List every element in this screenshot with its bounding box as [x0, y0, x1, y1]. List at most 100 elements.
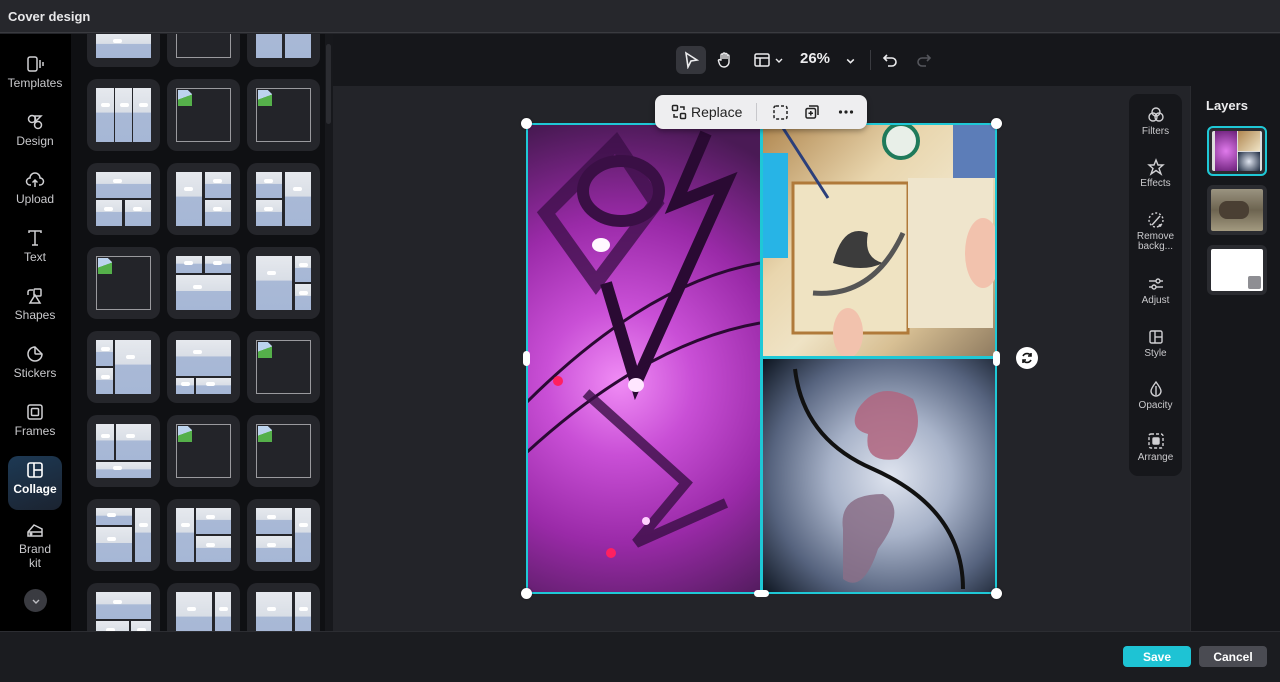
more-options-button[interactable]: [829, 95, 863, 129]
rail-item-text[interactable]: Text: [8, 224, 62, 278]
rail-more-button[interactable]: [24, 589, 47, 612]
tool-opacity[interactable]: Opacity: [1129, 380, 1182, 411]
broken-image-icon: [258, 426, 272, 442]
collage-layout-option[interactable]: [167, 163, 240, 235]
collage-layout-option[interactable]: [167, 331, 240, 403]
zoom-level[interactable]: 26%: [800, 50, 830, 67]
layout-thumbnail-placeholder: [256, 340, 311, 394]
effects-icon: [1146, 158, 1165, 176]
layer-item-background[interactable]: [1207, 245, 1267, 295]
tool-remove-background[interactable]: Remove backg...: [1129, 211, 1182, 252]
tool-adjust[interactable]: Adjust: [1129, 275, 1182, 306]
magic-wand-icon: [1147, 212, 1164, 228]
rail-item-shapes[interactable]: Shapes: [8, 282, 62, 336]
collage-layout-option[interactable]: [247, 79, 320, 151]
collage-icon: [27, 462, 43, 478]
rail-item-stickers[interactable]: Stickers: [8, 340, 62, 394]
resize-handle-right[interactable]: [993, 351, 1000, 366]
layout-thumbnail: [176, 340, 231, 394]
collage-layout-option[interactable]: [87, 415, 160, 487]
layer-thumbnail: [1212, 131, 1262, 171]
layout-cell: [256, 592, 293, 631]
collage-layout-option[interactable]: [247, 583, 320, 631]
save-button[interactable]: Save: [1123, 646, 1191, 667]
select-tool-button[interactable]: [676, 46, 706, 74]
layer-item-collage[interactable]: [1207, 126, 1267, 176]
layout-cell: [195, 377, 231, 394]
chevron-down-icon: [846, 58, 854, 64]
collage-layout-option[interactable]: [167, 499, 240, 571]
resize-handle-bottom-right[interactable]: [991, 588, 1002, 599]
collage-layout-option[interactable]: [247, 499, 320, 571]
collage-image-left[interactable]: [526, 123, 760, 593]
collage-layout-option[interactable]: [247, 247, 320, 319]
replace-button[interactable]: Replace: [655, 95, 742, 129]
resize-handle-top-right[interactable]: [991, 118, 1002, 129]
panel-scrollbar-thumb[interactable]: [326, 44, 331, 124]
tool-style[interactable]: Style: [1129, 328, 1182, 359]
shapes-icon: [27, 288, 42, 304]
zoom-menu-button[interactable]: [840, 46, 860, 74]
collage-layout-option[interactable]: [247, 331, 320, 403]
replace-icon: [671, 104, 687, 120]
collage-layout-option[interactable]: [87, 331, 160, 403]
image-floating-toolbar: Replace: [655, 95, 867, 129]
layout-thumbnail: [176, 88, 231, 142]
layout-cell: [114, 88, 133, 142]
undo-button[interactable]: [878, 46, 902, 74]
collage-layout-option[interactable]: [87, 79, 160, 151]
collage-canvas[interactable]: 101 AOI: [526, 123, 996, 593]
collage-layout-option[interactable]: [87, 499, 160, 571]
resize-handle-bottom-left[interactable]: [521, 588, 532, 599]
resize-handle-top-left[interactable]: [521, 118, 532, 129]
duplicate-button[interactable]: [795, 95, 829, 129]
collage-layout-option[interactable]: [167, 247, 240, 319]
layout-thumbnail: [176, 508, 231, 562]
tool-filters[interactable]: Filters: [1129, 106, 1182, 137]
cancel-button[interactable]: Cancel: [1199, 646, 1267, 667]
collage-image-top-right[interactable]: [763, 123, 996, 356]
collage-layout-option[interactable]: [87, 163, 160, 235]
layout-cell: [256, 200, 283, 226]
collage-layout-option[interactable]: [87, 583, 160, 631]
collage-layout-option[interactable]: [167, 34, 240, 67]
layout-thumbnail: [256, 508, 311, 562]
rail-item-templates[interactable]: Templates: [8, 50, 62, 104]
hand-tool-button[interactable]: [711, 46, 739, 74]
rail-item-frames[interactable]: Frames: [8, 398, 62, 452]
collage-layout-option[interactable]: [167, 415, 240, 487]
layout-cell: [195, 508, 231, 534]
tool-arrange[interactable]: Arrange: [1129, 432, 1182, 463]
collage-divider-horizontal[interactable]: [763, 356, 996, 359]
layout-thumbnail: [96, 340, 151, 394]
upload-cloud-icon: [25, 172, 45, 187]
rail-item-collage[interactable]: Collage: [8, 456, 62, 510]
crop-icon: [773, 104, 788, 120]
collage-layout-option[interactable]: [247, 415, 320, 487]
collage-layout-option[interactable]: [247, 163, 320, 235]
layers-panel: Layers: [1190, 86, 1280, 631]
tool-effects[interactable]: Effects: [1129, 158, 1182, 189]
purple-abstract-artwork: [526, 130, 760, 558]
collage-layout-panel: [71, 34, 333, 631]
collage-image-bottom-right[interactable]: 101 AOI: [763, 359, 996, 593]
layout-thumbnail: [176, 172, 231, 226]
collage-layout-option[interactable]: [167, 79, 240, 151]
rail-item-design[interactable]: Design: [8, 108, 62, 162]
rail-item-brand-kit[interactable]: Brand kit: [8, 516, 62, 576]
resize-handle-bottom[interactable]: [754, 590, 769, 597]
panel-scrollbar[interactable]: [325, 34, 333, 631]
crop-button[interactable]: [765, 95, 795, 129]
footer-bar: [0, 631, 1280, 682]
layout-menu-button[interactable]: [748, 46, 788, 74]
toolbar-divider: [870, 50, 871, 70]
collage-layout-option[interactable]: [87, 247, 160, 319]
collage-layout-option[interactable]: [247, 34, 320, 67]
collage-layout-option[interactable]: [87, 34, 160, 67]
layer-item-hyena[interactable]: [1207, 185, 1267, 235]
collage-layout-option[interactable]: [167, 583, 240, 631]
redo-button[interactable]: [912, 46, 936, 74]
resize-handle-left[interactable]: [523, 351, 530, 366]
rotate-button[interactable]: [1016, 347, 1038, 369]
rail-item-upload[interactable]: Upload: [8, 166, 62, 220]
